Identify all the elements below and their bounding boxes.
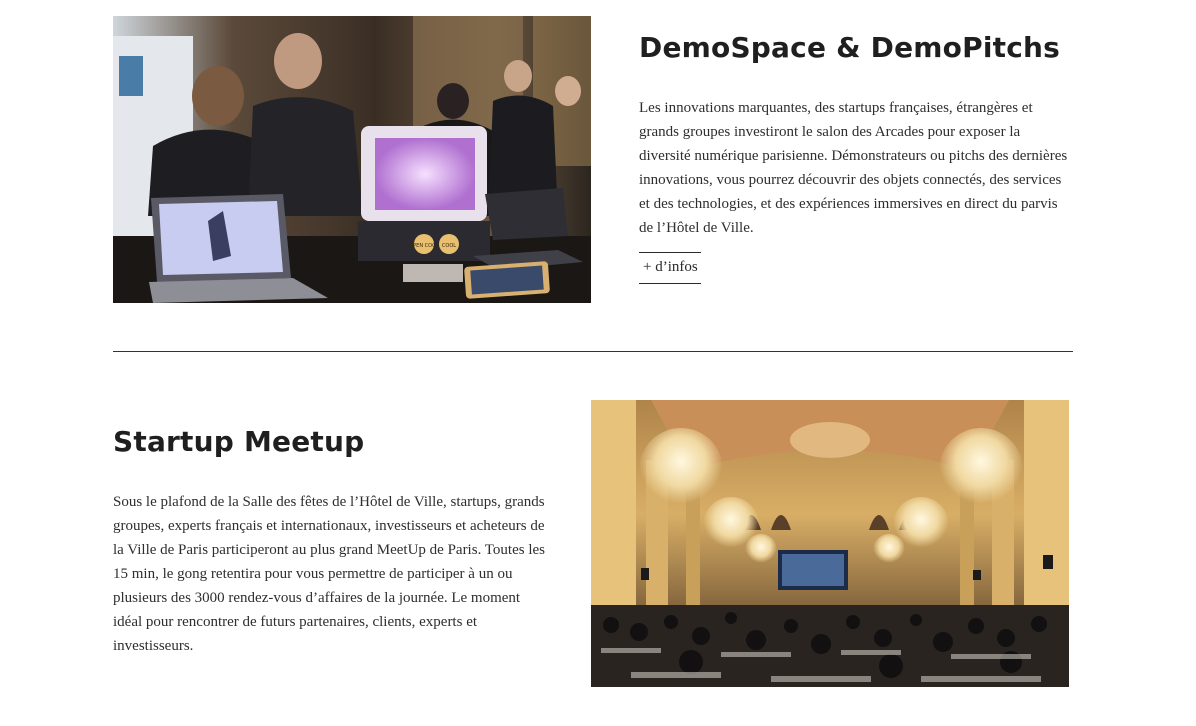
demospace-photo: OPEN COOL COOL — [113, 16, 591, 303]
sticker-cool: COOL — [442, 243, 456, 249]
more-info-link[interactable]: + d’infos — [639, 252, 701, 284]
meetup-photo — [591, 400, 1069, 687]
section-text-demospace: Les innovations marquantes, des startups… — [639, 100, 1068, 236]
section-title-demospace: DemoSpace & DemoPitchs — [639, 31, 1060, 64]
section-text-meetup: Sous le plafond de la Salle des fêtes de… — [113, 494, 545, 654]
sticker-open-cool: OPEN COOL — [409, 243, 439, 249]
section-divider — [113, 351, 1073, 352]
section-title-meetup: Startup Meetup — [113, 425, 365, 458]
